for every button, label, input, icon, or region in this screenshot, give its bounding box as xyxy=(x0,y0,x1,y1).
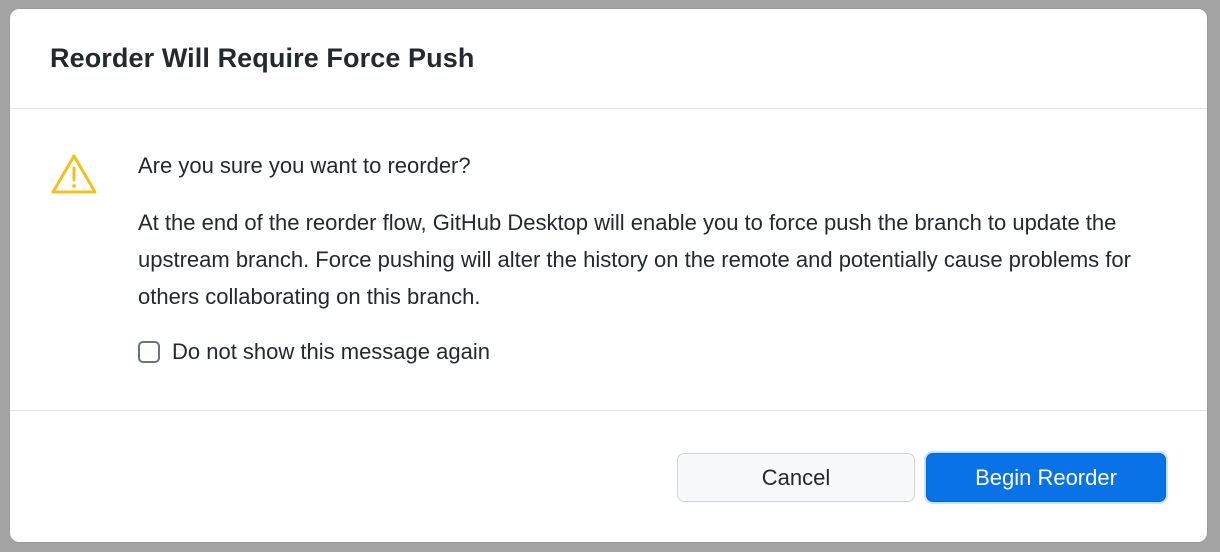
dialog-question: Are you sure you want to reorder? xyxy=(138,153,471,178)
do-not-show-again-checkbox[interactable] xyxy=(138,341,160,363)
warning-icon xyxy=(51,154,97,194)
begin-reorder-button[interactable]: Begin Reorder xyxy=(926,453,1166,502)
dialog-description: At the end of the reorder flow, GitHub D… xyxy=(138,210,1131,309)
dialog-content: Are you sure you want to reorder? At the… xyxy=(10,109,1207,411)
dialog-footer: Cancel Begin Reorder xyxy=(10,411,1207,542)
cancel-button[interactable]: Cancel xyxy=(677,453,915,502)
dialog-header: Reorder Will Require Force Push xyxy=(10,9,1207,109)
do-not-show-again-option[interactable]: Do not show this message again xyxy=(138,338,490,366)
force-push-dialog: Reorder Will Require Force Push Are you … xyxy=(10,9,1207,542)
dialog-title: Reorder Will Require Force Push xyxy=(50,43,475,73)
do-not-show-again-label[interactable]: Do not show this message again xyxy=(172,339,490,365)
